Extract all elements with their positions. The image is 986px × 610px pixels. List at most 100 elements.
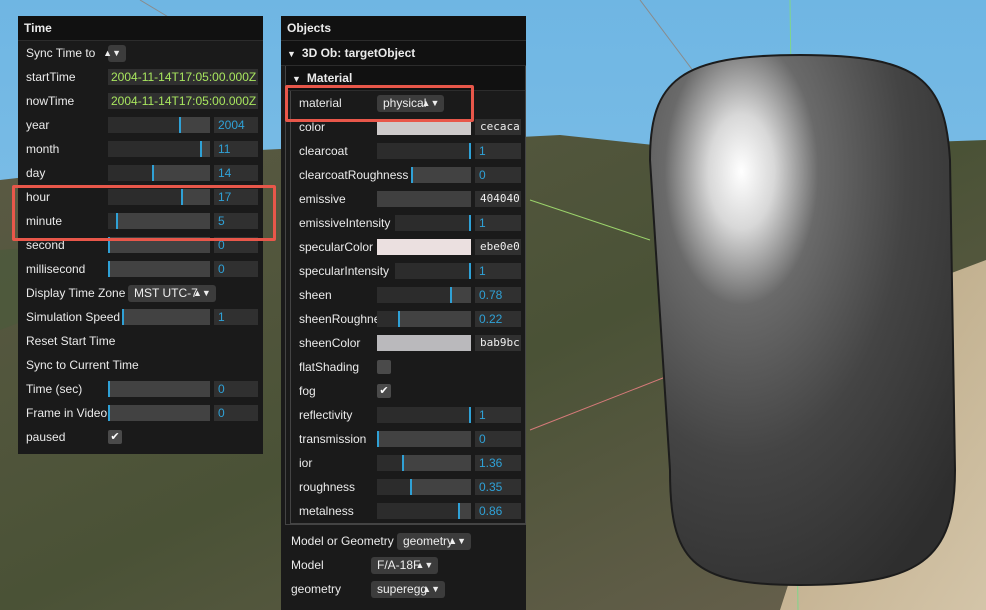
slider-thumb[interactable] [179, 117, 181, 133]
geometry-select[interactable]: superegg ▲▼ [371, 581, 446, 598]
now-time-input[interactable]: 2004-11-14T17:05:00.000Z [108, 93, 258, 109]
slider-thumb[interactable] [450, 287, 452, 303]
geometry-value: superegg [377, 582, 428, 596]
sheen-input[interactable]: 0.78 [475, 287, 521, 303]
sync-time-label: Sync Time to [26, 46, 96, 60]
paused-checkbox[interactable]: ✔ [108, 430, 122, 444]
sync-time-select[interactable]: ▲▼ [103, 45, 126, 62]
updown-icon: ▲▼ [192, 288, 211, 298]
specular-intensity-row: specularIntensity 1 [291, 259, 526, 283]
reflectivity-input[interactable]: 1 [475, 407, 521, 423]
slider-thumb[interactable] [402, 455, 404, 471]
specular-intensity-label: specularIntensity [299, 264, 390, 278]
sheen-label: sheen [299, 288, 332, 302]
frame-input[interactable]: 0 [214, 405, 258, 421]
slider-thumb[interactable] [469, 215, 471, 231]
metalness-row: metalness 0.86 [291, 499, 526, 523]
emissive-hex-input[interactable]: 404040 [475, 191, 521, 207]
model-select[interactable]: F/A-18F ▲▼ [371, 557, 439, 574]
geometry-label: geometry [291, 582, 342, 596]
millisecond-slider[interactable] [108, 261, 210, 277]
start-time-input[interactable]: 2004-11-14T17:05:00.000Z [108, 69, 258, 85]
transmission-input[interactable]: 0 [475, 431, 521, 447]
sheen-color-hex-input[interactable]: bab9bc [475, 335, 521, 351]
sheen-slider[interactable] [377, 287, 471, 303]
slider-thumb[interactable] [469, 263, 471, 279]
month-input[interactable]: 11 [214, 141, 258, 157]
sheen-color-swatch[interactable] [377, 335, 471, 351]
month-slider[interactable] [108, 141, 210, 157]
color-hex-input[interactable]: cecaca [475, 119, 521, 135]
sheen-roughness-slider[interactable] [377, 311, 471, 327]
sheen-row: sheen 0.78 [291, 283, 526, 307]
metalness-input[interactable]: 0.86 [475, 503, 521, 519]
emissive-swatch[interactable] [377, 191, 471, 207]
specular-intensity-input[interactable]: 1 [475, 263, 521, 279]
emissive-intensity-input[interactable]: 1 [475, 215, 521, 231]
slider-thumb[interactable] [469, 407, 471, 423]
sheen-roughness-input[interactable]: 0.22 [475, 311, 521, 327]
slider-thumb[interactable] [122, 309, 124, 325]
emissive-intensity-slider[interactable] [395, 215, 471, 231]
sim-speed-slider[interactable] [122, 309, 210, 325]
start-time-label: startTime [26, 70, 76, 84]
slider-thumb[interactable] [200, 141, 202, 157]
millisecond-input[interactable]: 0 [214, 261, 258, 277]
fog-label: fog [299, 384, 316, 398]
timezone-select[interactable]: MST UTC-7 ▲▼ [128, 285, 216, 302]
flat-shading-checkbox[interactable] [377, 360, 391, 374]
millisecond-row: millisecond 0 [18, 257, 263, 281]
frame-row: Frame in Video 0 [18, 401, 263, 425]
time-sec-input[interactable]: 0 [214, 381, 258, 397]
roughness-input[interactable]: 0.35 [475, 479, 521, 495]
objects-panel-title[interactable]: Objects [281, 16, 526, 41]
clearcoat-input[interactable]: 1 [475, 143, 521, 159]
slider-thumb[interactable] [398, 311, 400, 327]
year-slider[interactable] [108, 117, 210, 133]
frame-slider[interactable] [108, 405, 210, 421]
slider-thumb[interactable] [108, 381, 110, 397]
month-label: month [26, 142, 60, 156]
clearcoat-slider[interactable] [377, 143, 471, 159]
slider-thumb[interactable] [469, 143, 471, 159]
slider-thumb[interactable] [108, 261, 110, 277]
ior-input[interactable]: 1.36 [475, 455, 521, 471]
folder-material-label: Material [306, 71, 353, 85]
transmission-slider[interactable] [377, 431, 471, 447]
clearcoat-roughness-input[interactable]: 0 [475, 167, 521, 183]
slider-thumb[interactable] [458, 503, 460, 519]
target-object-superegg[interactable] [648, 53, 957, 587]
year-input[interactable]: 2004 [214, 117, 258, 133]
year-label: year [26, 118, 50, 132]
reset-start-button[interactable]: Reset Start Time [26, 329, 115, 353]
roughness-slider[interactable] [377, 479, 471, 495]
slider-thumb[interactable] [377, 431, 379, 447]
updown-icon: ▲▼ [415, 560, 434, 570]
slider-thumb[interactable] [108, 405, 110, 421]
reset-start-row[interactable]: Reset Start Time [18, 329, 263, 353]
specular-intensity-slider[interactable] [395, 263, 471, 279]
time-sec-slider[interactable] [108, 381, 210, 397]
slider-thumb[interactable] [410, 479, 412, 495]
material-folder-body: material physical ▲▼ color cecaca clearco… [290, 91, 526, 524]
reflectivity-slider[interactable] [377, 407, 471, 423]
specular-color-hex-input[interactable]: ebe0e0 [475, 239, 521, 255]
slider-thumb[interactable] [152, 165, 154, 181]
clearcoat-roughness-slider[interactable] [411, 167, 471, 183]
ior-slider[interactable] [377, 455, 471, 471]
time-panel-title[interactable]: Time [18, 16, 263, 41]
sync-current-row[interactable]: Sync to Current Time [18, 353, 263, 377]
slider-thumb[interactable] [411, 167, 413, 183]
sim-speed-input[interactable]: 1 [214, 309, 258, 325]
model-or-geometry-select[interactable]: geometry ▲▼ [397, 533, 472, 550]
metalness-slider[interactable] [377, 503, 471, 519]
folder-target-object[interactable]: ▼ 3D Ob: targetObject [281, 41, 526, 66]
emissive-row: emissive 404040 [291, 187, 526, 211]
fog-checkbox[interactable]: ✔ [377, 384, 391, 398]
day-slider[interactable] [108, 165, 210, 181]
sync-current-button[interactable]: Sync to Current Time [26, 353, 139, 377]
target-object-folder-body: ▼ Material material physical ▲▼ color ceca… [285, 66, 526, 525]
day-input[interactable]: 14 [214, 165, 258, 181]
specular-color-swatch[interactable] [377, 239, 471, 255]
clearcoat-roughness-row: clearcoatRoughness 0 [291, 163, 526, 187]
